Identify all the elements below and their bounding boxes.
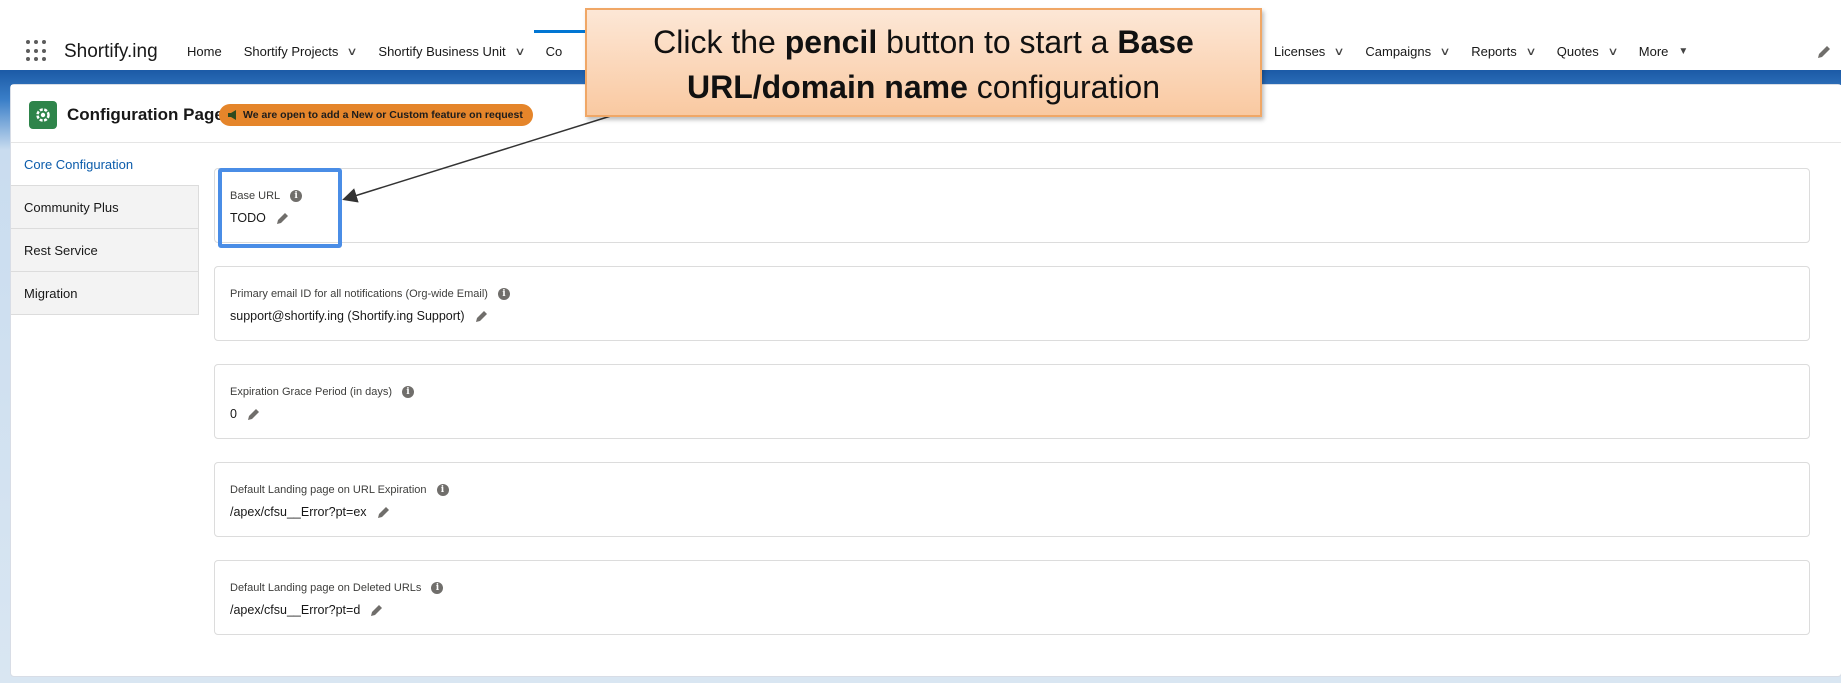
callout-text: button to start a <box>877 24 1118 60</box>
chevron-down-icon[interactable]: ∨ <box>1440 45 1451 58</box>
chevron-down-icon[interactable]: ∨ <box>1334 45 1345 58</box>
field-landing-page-deleted: Default Landing page on Deleted URLs i /… <box>214 560 1810 635</box>
nav-item-label: Shortify Projects <box>243 44 339 59</box>
field-label: Default Landing page on Deleted URLs i <box>230 582 444 594</box>
info-icon[interactable]: i <box>431 582 444 594</box>
chevron-down-icon[interactable]: ∨ <box>514 45 525 58</box>
app-launcher-icon[interactable] <box>26 40 48 62</box>
nav-item-label: Co <box>545 44 563 59</box>
nav-items-right: Licenses ∨ Campaigns ∨ Reports ∨ Quotes … <box>1274 44 1710 59</box>
highlight-box <box>218 168 342 248</box>
field-landing-page-expiration: Default Landing page on URL Expiration i… <box>214 462 1810 537</box>
app-name: Shortify.ing <box>64 41 158 62</box>
nav-item-label: Licenses <box>1274 44 1326 59</box>
field-label-text: Expiration Grace Period (in days) <box>230 386 393 398</box>
nav-item-more[interactable]: More ▼ <box>1639 44 1689 59</box>
nav-item-label: More <box>1638 44 1669 59</box>
megaphone-icon <box>227 104 239 129</box>
nav-item-label: Shortify Business Unit <box>378 44 506 59</box>
callout-bold-pencil: pencil <box>784 24 878 60</box>
tab-core-configuration[interactable]: Core Configuration <box>11 143 199 186</box>
field-label: Primary email ID for all notifications (… <box>230 288 510 300</box>
field-value: support@shortify.ing (Shortify.ing Suppo… <box>230 309 489 323</box>
field-label-text: Default Landing page on URL Expiration <box>230 484 427 496</box>
chevron-down-icon[interactable]: ∨ <box>347 45 358 58</box>
field-value-text: /apex/cfsu__Error?pt=d <box>230 603 361 617</box>
field-label: Expiration Grace Period (in days) i <box>230 386 415 398</box>
instruction-callout: Click the pencil button to start a Base … <box>585 8 1262 117</box>
field-value-text: /apex/cfsu__Error?pt=ex <box>230 505 367 519</box>
nav-item-quotes[interactable]: Quotes ∨ <box>1556 44 1619 59</box>
field-label-text: Primary email ID for all notifications (… <box>230 288 488 300</box>
field-label-text: Default Landing page on Deleted URLs <box>230 582 422 594</box>
nav-item-shortify-business-unit[interactable]: Shortify Business Unit ∨ <box>378 44 525 59</box>
field-value: /apex/cfsu__Error?pt=ex <box>230 505 391 519</box>
info-icon[interactable]: i <box>497 288 510 300</box>
nav-item-label: Quotes <box>1556 44 1599 59</box>
nav-item-label: Home <box>187 44 222 59</box>
field-primary-email: Primary email ID for all notifications (… <box>214 266 1810 341</box>
gear-icon <box>29 101 57 129</box>
chevron-down-icon[interactable]: ∨ <box>1607 45 1618 58</box>
pencil-edit-icon[interactable] <box>370 603 384 617</box>
nav-item-shortify-projects[interactable]: Shortify Projects ∨ <box>243 44 358 59</box>
pencil-edit-icon[interactable] <box>247 407 261 421</box>
side-tabs: Core Configuration Community Plus Rest S… <box>11 143 199 315</box>
field-value: 0 <box>230 407 261 421</box>
pencil-edit-icon[interactable] <box>377 505 391 519</box>
chevron-down-icon[interactable]: ∨ <box>1525 45 1536 58</box>
promo-badge-text: We are open to add a New or Custom featu… <box>243 109 523 121</box>
nav-item-licenses[interactable]: Licenses ∨ <box>1274 44 1345 59</box>
nav-item-configuration[interactable]: Co <box>533 30 621 59</box>
tab-community-plus[interactable]: Community Plus <box>11 186 199 229</box>
callout-text: configuration <box>967 69 1161 105</box>
nav-item-reports[interactable]: Reports ∨ <box>1471 44 1536 59</box>
nav-item-campaigns[interactable]: Campaigns ∨ <box>1365 44 1451 59</box>
tab-rest-service[interactable]: Rest Service <box>11 229 199 272</box>
edit-nav-pencil-icon[interactable] <box>1816 44 1832 60</box>
field-value-text: support@shortify.ing (Shortify.ing Suppo… <box>230 309 465 323</box>
field-value: /apex/cfsu__Error?pt=d <box>230 603 384 617</box>
nav-items-left: Home Shortify Projects ∨ Shortify Busine… <box>187 30 621 59</box>
nav-item-label: Reports <box>1471 44 1517 59</box>
field-base-url: Base URL i TODO <box>214 168 1810 243</box>
callout-text: Click the <box>653 24 785 60</box>
info-icon[interactable]: i <box>436 484 449 496</box>
nav-item-label: Campaigns <box>1365 44 1432 59</box>
tab-migration[interactable]: Migration <box>11 272 199 315</box>
page-title: Configuration Page <box>67 105 224 124</box>
nav-item-home[interactable]: Home <box>187 44 222 59</box>
info-icon[interactable]: i <box>402 386 415 398</box>
field-label: Default Landing page on URL Expiration i <box>230 484 449 496</box>
caret-down-icon: ▼ <box>1678 46 1689 57</box>
promo-badge[interactable]: We are open to add a New or Custom featu… <box>219 104 533 126</box>
field-value-text: 0 <box>230 407 237 421</box>
pencil-edit-icon[interactable] <box>475 309 489 323</box>
field-expiration-grace-period: Expiration Grace Period (in days) i 0 <box>214 364 1810 439</box>
